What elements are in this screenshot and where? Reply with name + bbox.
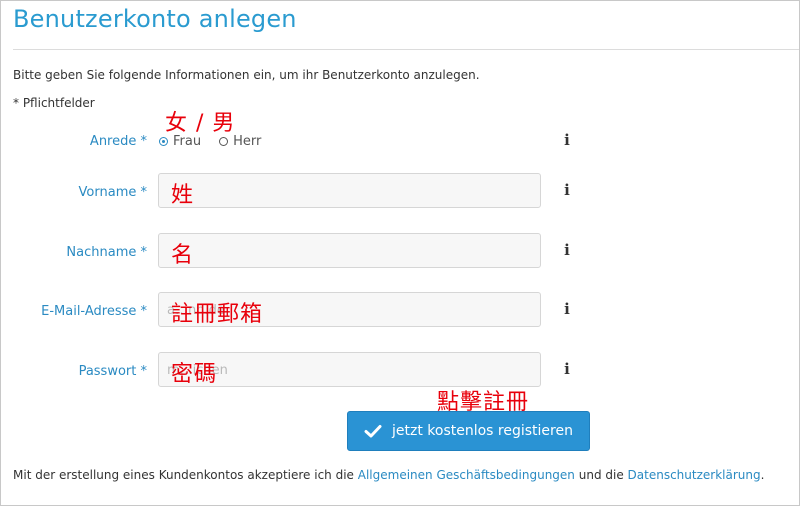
register-button-label: jetzt kostenlos registieren (392, 423, 573, 439)
radio-checked-icon (159, 137, 168, 146)
privacy-link[interactable]: Datenschutzerklärung (628, 468, 761, 482)
annotation-first-name: 姓 (171, 183, 195, 208)
info-icon[interactable]: i (562, 181, 572, 199)
required-fields-note: * Pflichtfelder (13, 96, 95, 110)
salutation-label: Anrede * (89, 134, 147, 149)
checkmark-icon (364, 424, 382, 438)
first-name-label: Vorname * (78, 185, 147, 200)
title-divider (13, 49, 799, 50)
password-label: Passwort * (78, 364, 147, 379)
intro-text: Bitte geben Sie folgende Informationen e… (13, 68, 480, 82)
salutation-radio-group: Frau Herr (159, 134, 279, 149)
info-icon[interactable]: i (562, 241, 572, 259)
info-icon[interactable]: i (562, 360, 572, 378)
last-name-field[interactable] (158, 233, 541, 268)
footer-text-after: . (760, 468, 765, 482)
last-name-label: Nachname * (66, 245, 147, 260)
radio-frau-label: Frau (173, 134, 202, 149)
footer-text-middle: und die (574, 468, 628, 482)
annotation-last-name: 名 (171, 243, 195, 268)
email-label: E-Mail-Adresse * (41, 304, 147, 319)
radio-herr[interactable]: Herr (219, 134, 261, 149)
info-icon[interactable]: i (562, 131, 572, 149)
page-title: Benutzerkonto anlegen (13, 5, 297, 33)
annotation-password: 密碼 (171, 362, 218, 387)
register-button[interactable]: jetzt kostenlos registieren (347, 411, 590, 451)
registration-panel: Benutzerkonto anlegen Bitte geben Sie fo… (0, 0, 800, 506)
terms-footer: Mit der erstellung eines Kundenkontos ak… (13, 468, 764, 482)
radio-herr-label: Herr (233, 134, 262, 149)
radio-unchecked-icon (219, 137, 229, 146)
terms-link[interactable]: Allgemeinen Geschäftsbedingungen (358, 468, 575, 482)
radio-frau[interactable]: Frau (159, 134, 201, 149)
first-name-field[interactable] (158, 173, 541, 208)
footer-text-before: Mit der erstellung eines Kundenkontos ak… (13, 468, 358, 482)
info-icon[interactable]: i (562, 300, 572, 318)
annotation-salutation: 女 / 男 (165, 111, 236, 136)
annotation-email: 註冊郵箱 (171, 302, 264, 327)
